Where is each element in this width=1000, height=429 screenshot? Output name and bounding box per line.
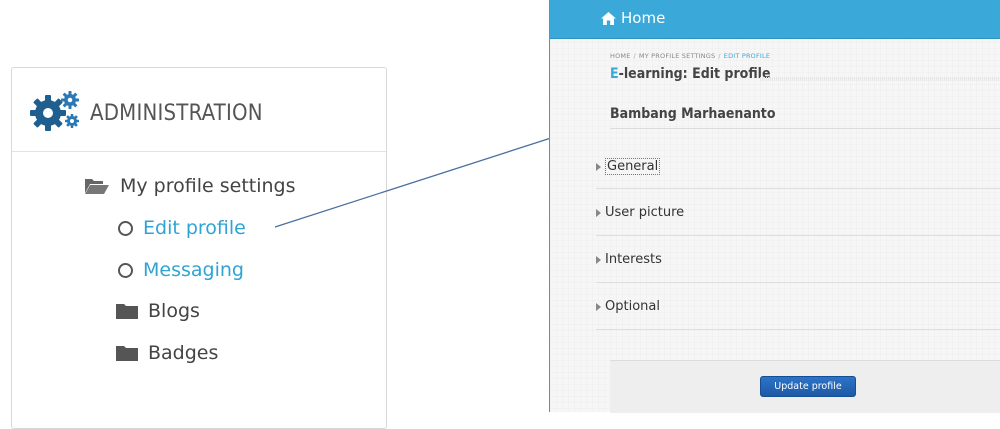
folder-icon — [116, 304, 138, 319]
caret-right-icon — [596, 162, 601, 171]
breadcrumb: HOME / MY PROFILE SETTINGS / EDIT PROFILE — [610, 52, 770, 60]
nav-item-blogs[interactable]: Blogs — [116, 300, 200, 322]
breadcrumb-edit-profile[interactable]: EDIT PROFILE — [724, 52, 770, 60]
nav-item-label: Blogs — [148, 300, 200, 322]
nav-item-badges[interactable]: Badges — [116, 342, 218, 364]
page-title: E-learning: Edit profile — [610, 66, 771, 82]
home-label: Home — [621, 9, 666, 27]
update-profile-button[interactable]: Update profile — [760, 376, 856, 397]
section-user-picture: User picture — [596, 189, 1000, 236]
administration-block: ADMINISTRATION My profile settings Edit … — [11, 67, 387, 429]
nav-item-label: Badges — [148, 342, 219, 364]
section-optional-toggle[interactable]: Optional — [596, 299, 660, 314]
edit-profile-panel: Home HOME / MY PROFILE SETTINGS / EDIT PROFI… — [549, 0, 1000, 413]
section-label: General — [605, 158, 661, 175]
breadcrumb-home[interactable]: HOME — [610, 52, 631, 60]
breadcrumb-separator: / — [718, 52, 721, 60]
breadcrumb-separator: / — [633, 52, 636, 60]
user-full-name: Bambang Marhaenanto — [610, 106, 776, 122]
caret-right-icon — [596, 208, 601, 217]
nav-item-my-profile-settings[interactable]: My profile settings — [84, 175, 296, 197]
caret-right-icon — [596, 255, 601, 264]
section-label: Optional — [605, 299, 660, 314]
administration-header: ADMINISTRATION — [12, 68, 386, 152]
circle-icon — [118, 262, 133, 278]
title-divider — [760, 77, 1000, 81]
nav-item-label: My profile settings — [120, 175, 296, 197]
section-interests-toggle[interactable]: Interests — [596, 252, 662, 267]
administration-title: ADMINISTRATION — [90, 101, 263, 126]
section-general: General — [596, 142, 1000, 189]
section-user-picture-toggle[interactable]: User picture — [596, 205, 684, 220]
top-navbar: Home — [550, 0, 1000, 39]
edit-profile-link[interactable]: Edit profile — [143, 217, 246, 239]
user-divider — [610, 128, 1000, 129]
page-title-accent: E — [610, 66, 619, 82]
nav-item-edit-profile[interactable]: Edit profile — [118, 217, 246, 239]
section-interests: Interests — [596, 236, 1000, 283]
section-label: User picture — [605, 205, 685, 220]
folder-icon — [116, 346, 138, 361]
caret-right-icon — [596, 302, 601, 311]
breadcrumb-my-profile-settings[interactable]: MY PROFILE SETTINGS — [639, 52, 715, 60]
folder-open-icon — [85, 179, 109, 194]
nav-item-messaging[interactable]: Messaging — [118, 259, 244, 281]
section-general-toggle[interactable]: General — [596, 158, 661, 175]
messaging-link[interactable]: Messaging — [143, 259, 244, 281]
home-link[interactable]: Home — [601, 9, 665, 27]
home-icon — [601, 11, 616, 25]
circle-icon — [118, 220, 133, 236]
section-label: Interests — [605, 252, 662, 267]
gears-icon — [30, 91, 79, 131]
page-title-text: -learning: Edit profile — [618, 66, 771, 82]
section-optional: Optional — [596, 283, 1000, 330]
